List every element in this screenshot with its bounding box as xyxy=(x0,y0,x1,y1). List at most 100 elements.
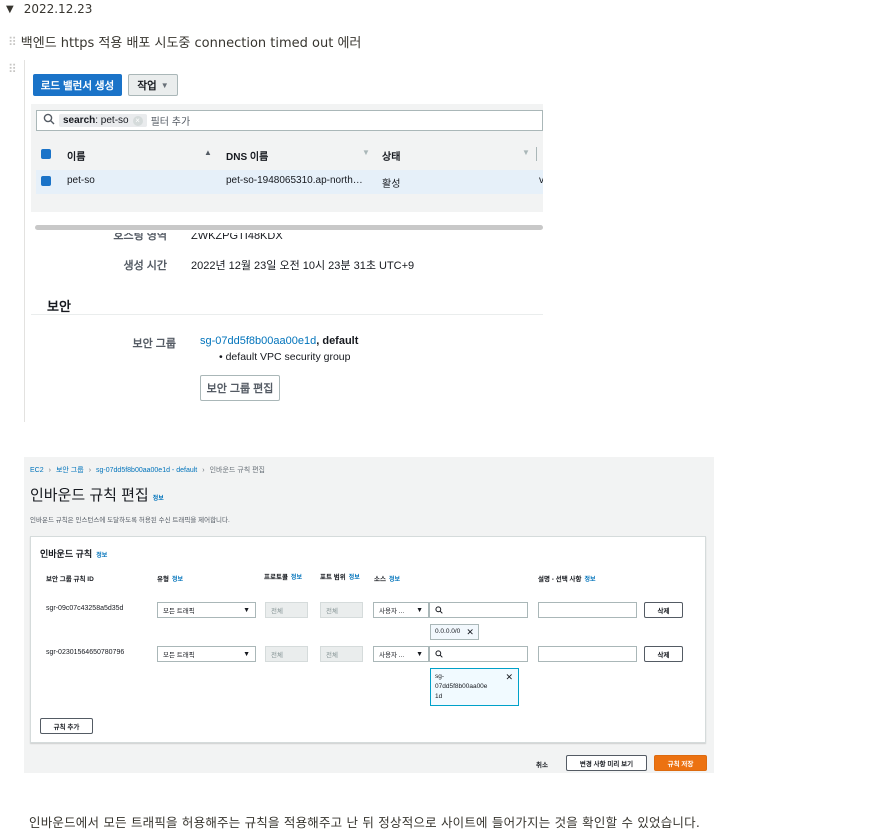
info-link[interactable]: 정보 xyxy=(153,496,164,502)
load-balancer-screenshot: 로드 밸런서 생성 작업 ▼ search: pet-so × 필터 추가 이름… xyxy=(31,64,543,418)
col-type-text: 유형 xyxy=(157,576,169,583)
info-link[interactable]: 정보 xyxy=(96,553,107,559)
description-input[interactable] xyxy=(538,602,637,618)
col-source: 소스 정보 xyxy=(374,573,400,583)
type-select[interactable]: 모든 트래픽 ▼ xyxy=(157,646,256,662)
source-search-input[interactable] xyxy=(429,602,528,618)
source-search-input[interactable] xyxy=(429,646,528,662)
token-line: 07dd5f8b00aa00e xyxy=(435,683,488,690)
description-input[interactable] xyxy=(538,646,637,662)
panel-title-text: 인바운드 규칙 xyxy=(40,549,93,559)
row-state: 활성 xyxy=(382,179,401,190)
row-overflow: v xyxy=(539,175,543,186)
col-source-text: 소스 xyxy=(374,576,386,583)
delete-rule-button[interactable]: 삭제 xyxy=(644,602,683,618)
toggle-triangle-icon[interactable]: ▼ xyxy=(6,4,14,15)
close-icon[interactable]: ✕ xyxy=(466,628,474,637)
save-rules-button[interactable]: 규칙 저장 xyxy=(654,755,707,771)
col-description: 설명 - 선택 사항 정보 xyxy=(538,573,596,583)
bullet-text: 백엔드 https 적용 배포 시도중 connection timed out… xyxy=(20,36,362,51)
drag-handle-icon[interactable]: ⠿ xyxy=(8,35,17,49)
info-link[interactable]: 정보 xyxy=(389,577,400,583)
page-description: 인바운드 규칙은 인스턴스에 도달하도록 허용된 수신 트래픽을 제어합니다. xyxy=(30,517,230,524)
chevron-right-icon: › xyxy=(202,466,205,474)
actions-label: 작업 xyxy=(137,79,157,92)
col-description-text: 설명 - 선택 사항 xyxy=(538,576,582,583)
chevron-right-icon: › xyxy=(48,466,51,474)
edit-security-groups-button[interactable]: 보안 그룹 편집 xyxy=(200,375,280,401)
panel-title: 인바운드 규칙 정보 xyxy=(40,547,107,560)
protocol-field: 전체 xyxy=(265,602,308,618)
preview-changes-button[interactable]: 변경 사항 미리 보기 xyxy=(566,755,647,771)
row-name: pet-so xyxy=(67,175,95,186)
breadcrumb-ec2[interactable]: EC2 xyxy=(30,467,44,474)
chip-key: search xyxy=(63,115,96,126)
col-state[interactable]: 상태 xyxy=(382,148,400,163)
inbound-rules-screenshot: EC2 › 보안 그룹 › sg-07dd5f8b00aa00e1d - def… xyxy=(24,457,714,773)
bullet-block: ⠿ 백엔드 https 적용 배포 시도중 connection timed o… xyxy=(8,32,362,52)
source-token: sg- 07dd5f8b00aa00e 1d ✕ xyxy=(430,668,519,706)
security-section-title: 보안 xyxy=(47,299,71,314)
port-range-field: 전체 xyxy=(320,602,363,618)
search-icon xyxy=(43,113,55,128)
source-token: 0.0.0.0/0 ✕ xyxy=(430,624,479,640)
sg-description: • default VPC security group xyxy=(219,351,351,363)
sort-down-icon[interactable]: ▼ xyxy=(362,148,370,157)
actions-button[interactable]: 작업 ▼ xyxy=(128,74,178,96)
type-select[interactable]: 모든 트래픽 ▼ xyxy=(157,602,256,618)
info-link[interactable]: 정보 xyxy=(172,577,183,583)
col-protocol: 프로토콜 정보 xyxy=(264,573,304,583)
col-name[interactable]: 이름 xyxy=(67,148,85,163)
dropdown-arrow-icon: ▼ xyxy=(243,606,250,614)
filter-search-input[interactable]: search: pet-so × 필터 추가 xyxy=(36,110,543,131)
date-toggle-label: 2022.12.23 xyxy=(23,2,93,16)
col-port-range: 포트 범위 정보 xyxy=(320,573,360,583)
inbound-rules-panel: 인바운드 규칙 정보 보안 그룹 규칙 ID 유형 정보 프로토콜 정보 포트 범위 정… xyxy=(30,536,706,743)
sort-up-icon[interactable]: ▲ xyxy=(204,148,212,157)
search-filter-chip[interactable]: search: pet-so × xyxy=(59,114,147,127)
column-divider xyxy=(536,147,537,161)
sg-link[interactable]: sg-07dd5f8b00aa00e1d xyxy=(200,335,316,347)
select-all-checkbox[interactable] xyxy=(41,149,51,159)
caret-down-icon: ▼ xyxy=(160,80,169,90)
breadcrumb-sg[interactable]: sg-07dd5f8b00aa00e1d - default xyxy=(96,467,197,474)
page-title-text: 인바운드 규칙 편집 xyxy=(30,487,149,504)
add-rule-button[interactable]: 규칙 추가 xyxy=(40,718,93,734)
horizontal-scrollbar[interactable] xyxy=(35,225,543,230)
sg-label: 보안 그룹 xyxy=(132,338,176,350)
delete-rule-button[interactable]: 삭제 xyxy=(644,646,683,662)
close-icon[interactable]: ✕ xyxy=(505,673,513,682)
table-header: 이름 ▲ DNS 이름 ▼ 상태 ▼ xyxy=(36,143,543,165)
breadcrumb: EC2 › 보안 그룹 › sg-07dd5f8b00aa00e1d - def… xyxy=(30,465,265,475)
search-icon xyxy=(435,650,443,658)
col-type: 유형 정보 xyxy=(157,573,183,583)
breadcrumb-security-groups[interactable]: 보안 그룹 xyxy=(56,465,84,475)
cancel-button[interactable]: 취소 xyxy=(536,759,548,769)
col-dns[interactable]: DNS 이름 xyxy=(226,148,268,163)
info-link[interactable]: 정보 xyxy=(349,575,360,581)
token-line: 1d xyxy=(435,693,443,700)
rule-id: sgr-09c07c43258a5d35d xyxy=(46,605,124,612)
col-rule-id: 보안 그룹 규칙 ID xyxy=(46,576,94,583)
protocol-field: 전체 xyxy=(265,646,308,662)
source-type-select[interactable]: 사용자 ... ▼ xyxy=(373,646,429,662)
row-checkbox[interactable] xyxy=(41,176,51,186)
table-row[interactable]: pet-so pet-so-1948065310.ap-north… 활성 v xyxy=(36,170,543,194)
info-link[interactable]: 정보 xyxy=(584,577,595,583)
info-link[interactable]: 정보 xyxy=(291,575,302,581)
drag-handle-icon[interactable]: ⠿ xyxy=(8,62,17,76)
divider xyxy=(31,314,543,315)
date-toggle[interactable]: ▼ 2022.12.23 xyxy=(6,2,92,16)
source-type-select[interactable]: 사용자 ... ▼ xyxy=(373,602,429,618)
search-icon xyxy=(435,606,443,614)
type-select-value: 모든 트래픽 xyxy=(163,652,195,659)
hosted-zone-label: 호스팅 영역 xyxy=(113,233,167,242)
create-load-balancer-button[interactable]: 로드 밸런서 생성 xyxy=(33,74,122,96)
source-type-value: 사용자 ... xyxy=(379,608,405,615)
created-value: 2022년 12월 23일 오전 10시 23분 31초 UTC+9 xyxy=(191,260,415,272)
sort-down-icon[interactable]: ▼ xyxy=(522,148,530,157)
chip-value: : pet-so xyxy=(95,115,129,126)
token-line: sg- xyxy=(435,673,445,680)
page-title: 인바운드 규칙 편집정보 xyxy=(30,484,164,505)
chip-remove-icon[interactable]: × xyxy=(132,115,143,126)
